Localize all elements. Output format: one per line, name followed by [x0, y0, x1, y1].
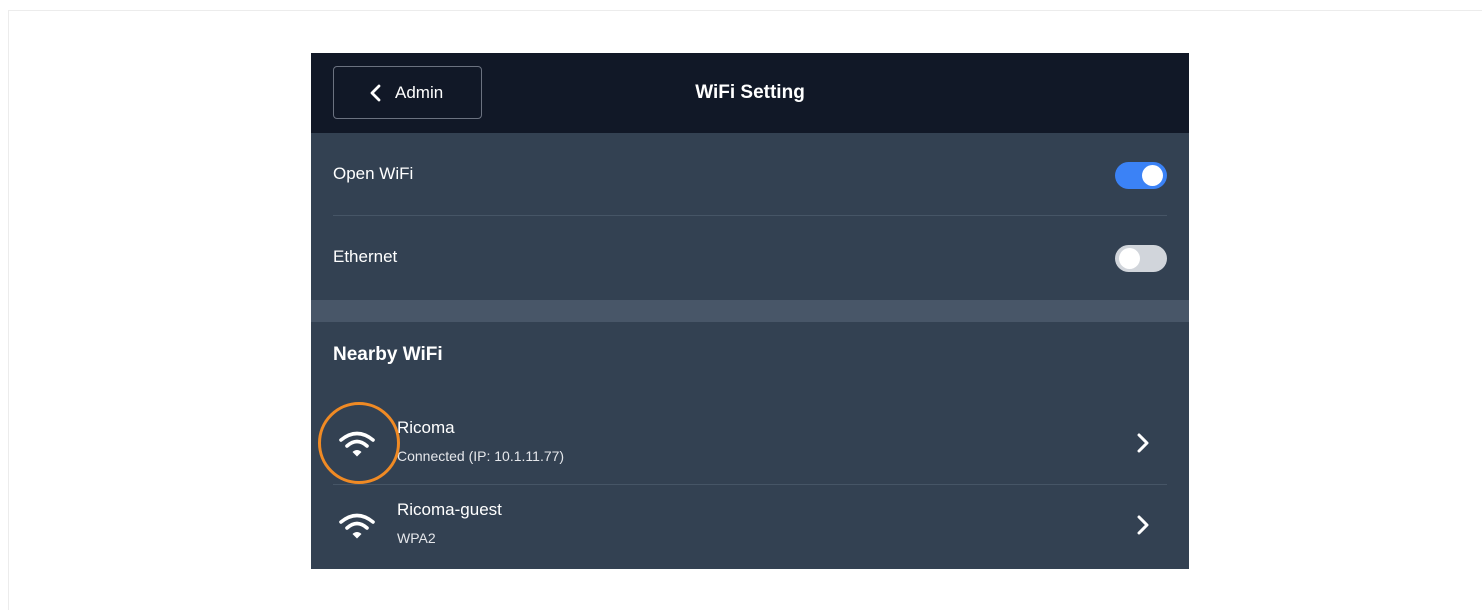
setting-label-ethernet: Ethernet — [333, 247, 398, 266]
back-button[interactable]: Admin — [333, 66, 482, 119]
network-status: Connected (IP: 10.1.11.77) — [397, 448, 565, 464]
nearby-wifi-title: Nearby WiFi — [333, 344, 443, 365]
wifi-settings-screen: Admin WiFi Setting Open WiFi Ethernet Ne… — [311, 53, 1189, 569]
network-item-ricoma-guest[interactable]: Ricoma-guest WPA2 — [311, 485, 1189, 567]
network-item-ricoma[interactable]: Ricoma Connected (IP: 10.1.11.77) — [311, 403, 1189, 485]
chevron-right-icon — [1137, 433, 1149, 453]
network-name: Ricoma — [397, 418, 455, 437]
highlight-circle-annotation — [318, 402, 400, 484]
back-button-label: Admin — [395, 82, 444, 102]
toggle-knob — [1119, 248, 1140, 269]
top-bar: Admin WiFi Setting — [311, 53, 1189, 133]
toggle-knob — [1142, 165, 1163, 186]
section-separator — [311, 300, 1189, 322]
setting-row-open-wifi: Open WiFi — [311, 133, 1189, 215]
ethernet-toggle[interactable] — [1115, 245, 1167, 272]
wifi-icon — [339, 513, 375, 539]
network-status: WPA2 — [397, 530, 436, 546]
setting-row-ethernet: Ethernet — [311, 216, 1189, 298]
open-wifi-toggle[interactable] — [1115, 162, 1167, 189]
setting-label-open-wifi: Open WiFi — [333, 164, 414, 183]
chevron-right-icon — [1137, 515, 1149, 535]
network-name: Ricoma-guest — [397, 500, 502, 519]
chevron-left-icon — [368, 84, 382, 102]
